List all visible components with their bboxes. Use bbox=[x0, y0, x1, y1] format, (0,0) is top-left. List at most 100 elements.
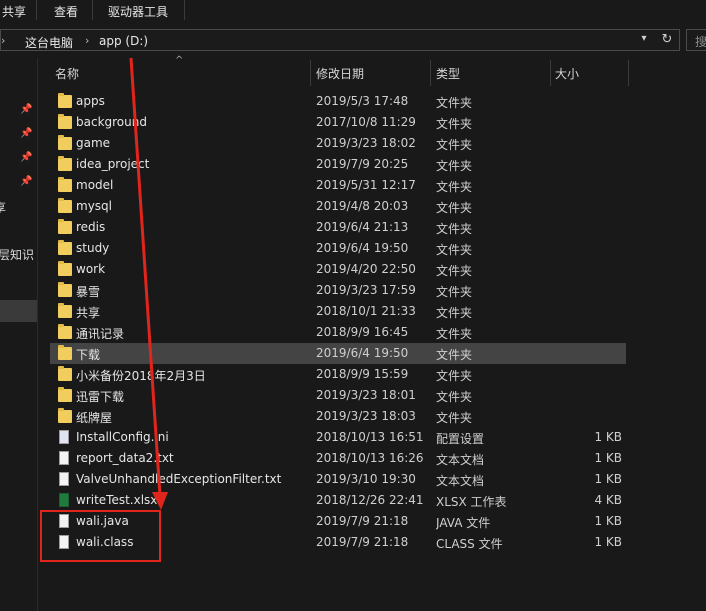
file-name: work bbox=[76, 262, 106, 276]
ribbon-divider bbox=[36, 0, 37, 20]
file-date: 2019/6/4 19:50 bbox=[316, 346, 409, 360]
refresh-icon[interactable]: ↻ bbox=[659, 32, 675, 48]
ribbon-tabs: 共享 查看 驱动器工具 bbox=[0, 0, 706, 22]
file-name: 下载 bbox=[76, 348, 101, 362]
folder-icon bbox=[58, 156, 72, 171]
column-header-size[interactable]: 大小 bbox=[555, 65, 579, 82]
file-date: 2019/5/3 17:48 bbox=[316, 94, 409, 108]
breadcrumb-drive[interactable]: app (D:) bbox=[99, 34, 148, 48]
table-row[interactable]: background 2017/10/8 11:29 文件夹 bbox=[40, 112, 632, 133]
table-row[interactable]: ValveUnhandledExceptionFilter.txt 2019/3/… bbox=[40, 469, 632, 490]
file-name: study bbox=[76, 241, 110, 255]
ribbon-divider bbox=[184, 0, 185, 20]
file-type: 文件夹 bbox=[436, 138, 473, 152]
file-type: 文件夹 bbox=[436, 411, 473, 425]
column-divider[interactable] bbox=[310, 60, 311, 86]
search-placeholder: 搜 bbox=[695, 35, 706, 49]
chevron-right-icon[interactable]: › bbox=[1, 34, 5, 47]
excel-file-icon bbox=[59, 493, 69, 507]
folder-icon bbox=[58, 261, 72, 276]
table-row[interactable]: model 2019/5/31 12:17 文件夹 bbox=[40, 175, 632, 196]
file-name: report_data2.txt bbox=[76, 451, 174, 465]
folder-icon bbox=[58, 303, 72, 318]
ribbon-tab-share[interactable]: 共享 bbox=[2, 3, 26, 20]
column-divider[interactable] bbox=[550, 60, 551, 86]
nav-item-label[interactable]: 享 bbox=[0, 199, 8, 216]
ribbon-tab-view[interactable]: 查看 bbox=[54, 3, 78, 20]
breadcrumb-this-pc[interactable]: 这台电脑 bbox=[25, 34, 73, 51]
file-name: game bbox=[76, 136, 111, 150]
file-date: 2019/4/8 20:03 bbox=[316, 199, 409, 213]
file-name: apps bbox=[76, 94, 105, 108]
chevron-right-icon[interactable]: › bbox=[85, 34, 89, 47]
table-row[interactable]: game 2019/3/23 18:02 文件夹 bbox=[40, 133, 632, 154]
pin-icon[interactable]: 📌 bbox=[20, 128, 32, 140]
table-row[interactable]: InstallConfig.ini 2018/10/13 16:51 配置设置 1 K… bbox=[40, 427, 632, 448]
file-date: 2019/6/4 19:50 bbox=[316, 241, 409, 255]
file-type: 文件夹 bbox=[436, 159, 473, 173]
text-file-icon bbox=[59, 451, 69, 465]
table-row[interactable]: 纸牌屋 2019/3/23 18:03 文件夹 bbox=[40, 406, 632, 427]
table-row-selected[interactable]: 下载 2019/6/4 19:50 文件夹 bbox=[50, 343, 626, 364]
file-date: 2018/12/26 22:41 bbox=[316, 493, 424, 507]
table-row[interactable]: idea_project 2019/7/9 20:25 文件夹 bbox=[40, 154, 632, 175]
folder-icon bbox=[58, 198, 72, 213]
file-date: 2019/6/4 21:13 bbox=[316, 220, 409, 234]
ribbon-tab-drive-tools[interactable]: 驱动器工具 bbox=[108, 3, 168, 20]
table-row[interactable]: work 2019/4/20 22:50 文件夹 bbox=[40, 259, 632, 280]
pin-icon[interactable]: 📌 bbox=[20, 152, 32, 164]
file-size: 1 KB bbox=[594, 535, 622, 549]
column-divider[interactable] bbox=[628, 60, 629, 86]
address-field[interactable]: › 这台电脑 › app (D:) ▾ ↻ bbox=[0, 29, 680, 51]
file-date: 2019/3/23 18:03 bbox=[316, 409, 416, 423]
chevron-down-icon[interactable]: ▾ bbox=[637, 33, 651, 47]
file-date: 2019/5/31 12:17 bbox=[316, 178, 416, 192]
file-size: 1 KB bbox=[594, 451, 622, 465]
column-header-type[interactable]: 类型 bbox=[436, 65, 460, 82]
table-row[interactable]: 共享 2018/10/1 21:33 文件夹 bbox=[40, 301, 632, 322]
folder-icon bbox=[58, 177, 72, 192]
pin-icon[interactable]: 📌 bbox=[20, 176, 32, 188]
annotation-highlight-box bbox=[40, 510, 161, 562]
table-row[interactable]: study 2019/6/4 19:50 文件夹 bbox=[40, 238, 632, 259]
folder-icon bbox=[58, 240, 72, 255]
file-name: 通讯记录 bbox=[76, 327, 125, 341]
nav-item-label[interactable]: 层知识 bbox=[0, 246, 35, 263]
table-row[interactable]: report_data2.txt 2018/10/13 16:26 文本文档 1 KB bbox=[40, 448, 632, 469]
table-row[interactable]: redis 2019/6/4 21:13 文件夹 bbox=[40, 217, 632, 238]
column-header-date[interactable]: 修改日期 bbox=[316, 65, 364, 82]
file-date: 2017/10/8 11:29 bbox=[316, 115, 416, 129]
table-row[interactable]: 暴雪 2019/3/23 17:59 文件夹 bbox=[40, 280, 632, 301]
file-type: 文件夹 bbox=[436, 306, 473, 320]
nav-item-selected[interactable] bbox=[0, 300, 37, 322]
ribbon-divider bbox=[92, 0, 93, 20]
sort-ascending-icon: ^ bbox=[175, 55, 184, 66]
file-name: 迅雷下载 bbox=[76, 390, 125, 404]
pin-icon[interactable]: 📌 bbox=[20, 104, 32, 116]
column-divider[interactable] bbox=[430, 60, 431, 86]
file-name: redis bbox=[76, 220, 106, 234]
file-name: mysql bbox=[76, 199, 112, 213]
file-date: 2018/10/1 21:33 bbox=[316, 304, 416, 318]
search-input[interactable]: 搜 bbox=[686, 29, 706, 51]
column-header-name[interactable]: 名称 bbox=[55, 65, 79, 82]
file-type: JAVA 文件 bbox=[436, 516, 491, 530]
folder-icon bbox=[58, 219, 72, 234]
folder-icon bbox=[58, 135, 72, 150]
file-type: 文本文档 bbox=[436, 474, 485, 488]
file-date: 2019/3/23 18:01 bbox=[316, 388, 416, 402]
file-name: InstallConfig.ini bbox=[76, 430, 169, 444]
file-name: writeTest.xlsx bbox=[76, 493, 158, 507]
navigation-pane: 📌 📌 📌 📌 享 层知识 bbox=[0, 58, 38, 611]
file-date: 2018/9/9 15:59 bbox=[316, 367, 409, 381]
file-date: 2019/7/9 21:18 bbox=[316, 514, 409, 528]
table-row[interactable]: writeTest.xlsx 2018/12/26 22:41 XLSX 工作表 4 … bbox=[40, 490, 632, 511]
file-type: 文件夹 bbox=[436, 222, 473, 236]
file-type: 文件夹 bbox=[436, 117, 473, 131]
file-size: 1 KB bbox=[594, 430, 622, 444]
table-row[interactable]: mysql 2019/4/8 20:03 文件夹 bbox=[40, 196, 632, 217]
table-row[interactable]: apps 2019/5/3 17:48 文件夹 bbox=[40, 91, 632, 112]
table-row[interactable]: 迅雷下载 2019/3/23 18:01 文件夹 bbox=[40, 385, 632, 406]
table-row[interactable]: 小米备份2018年2月3日 2018/9/9 15:59 文件夹 bbox=[40, 364, 632, 385]
table-row[interactable]: 通讯记录 2018/9/9 16:45 文件夹 bbox=[40, 322, 632, 343]
